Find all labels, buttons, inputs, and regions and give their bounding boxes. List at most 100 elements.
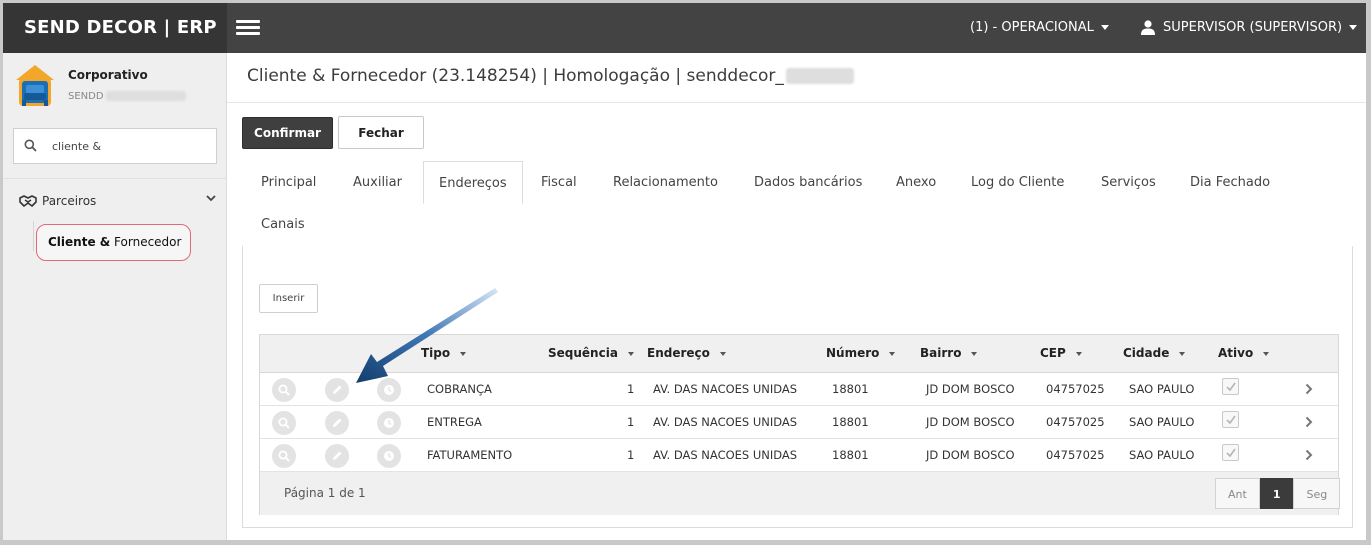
table-row[interactable]: ENTREGA 1 AV. DAS NACOES UNIDAS 18801 JD…: [260, 406, 1338, 439]
user-icon: [1141, 20, 1155, 35]
company-name: Corporativo: [68, 68, 148, 82]
column-header-numero[interactable]: Número: [826, 346, 896, 360]
history-clock-icon[interactable]: [377, 378, 401, 402]
column-header-label: Bairro: [920, 346, 962, 360]
tab-log-do-cliente[interactable]: Log do Cliente: [956, 161, 1079, 205]
redacted-text: [105, 91, 186, 101]
tab-canais[interactable]: Canais: [246, 203, 320, 247]
page-info: Página 1 de 1: [284, 486, 366, 500]
sort-caret-icon: [1075, 351, 1082, 356]
cell-sequencia: 1: [627, 382, 635, 396]
pagination-prev[interactable]: Ant: [1215, 478, 1260, 509]
tab-relacionamento[interactable]: Relacionamento: [598, 161, 733, 205]
cell-numero: 18801: [832, 415, 869, 429]
pagination-current[interactable]: 1: [1259, 478, 1294, 509]
sidebar-item-cliente-fornecedor[interactable]: Cliente & Fornecedor: [36, 224, 191, 261]
tab-dados-bancarios[interactable]: Dados bancários: [739, 161, 877, 205]
tab-auxiliar[interactable]: Auxiliar: [338, 161, 417, 205]
menu-search[interactable]: [13, 128, 217, 164]
history-clock-icon[interactable]: [377, 411, 401, 435]
search-input[interactable]: [52, 137, 202, 155]
chevron-right-icon[interactable]: [1305, 383, 1313, 395]
column-header-bairro[interactable]: Bairro: [920, 346, 978, 360]
search-icon: [24, 139, 37, 152]
sidebar-group-label: Parceiros: [42, 194, 97, 208]
column-header-sequencia[interactable]: Sequência: [548, 346, 634, 360]
cell-cep: 04757025: [1046, 382, 1105, 396]
table-row[interactable]: COBRANÇA 1 AV. DAS NACOES UNIDAS 18801 J…: [260, 373, 1338, 406]
user-menu-label: SUPERVISOR (SUPERVISOR): [1163, 20, 1343, 35]
column-header-tipo[interactable]: Tipo: [421, 346, 467, 360]
tab-fiscal[interactable]: Fiscal: [526, 161, 592, 205]
column-header-label: CEP: [1040, 346, 1066, 360]
history-clock-icon[interactable]: [377, 444, 401, 468]
table-row[interactable]: FATURAMENTO 1 AV. DAS NACOES UNIDAS 1880…: [260, 439, 1338, 472]
tab-anexo[interactable]: Anexo: [881, 161, 951, 205]
column-header-ativo[interactable]: Ativo: [1218, 346, 1270, 360]
grid-header: Tipo Sequência Endereço Número Bairro CE…: [260, 335, 1338, 373]
cell-sequencia: 1: [627, 448, 635, 462]
company-sub: SENDD: [68, 91, 186, 102]
company-selector-label: (1) - OPERACIONAL: [970, 20, 1094, 35]
sidebar-item-label-rest: Fornecedor: [110, 235, 182, 249]
insert-button[interactable]: Inserir: [259, 284, 318, 313]
edit-pencil-icon[interactable]: [325, 411, 349, 435]
chevron-down-icon: [206, 195, 216, 202]
tab-enderecos[interactable]: Endereços: [423, 161, 523, 204]
column-header-label: Número: [826, 346, 880, 360]
column-header-label: Sequência: [548, 346, 618, 360]
caret-down-icon: [1349, 25, 1358, 30]
sort-caret-icon: [889, 351, 896, 356]
sort-caret-icon: [971, 351, 978, 356]
cell-bairro: JD DOM BOSCO: [926, 382, 1015, 396]
tab-panel-enderecos: Inserir Tipo Sequência Endereço Número B…: [242, 246, 1353, 528]
cell-endereco: AV. DAS NACOES UNIDAS: [653, 382, 798, 396]
edit-pencil-icon[interactable]: [325, 444, 349, 468]
chevron-right-icon[interactable]: [1305, 449, 1313, 461]
tab-dia-fechado[interactable]: Dia Fechado: [1175, 161, 1285, 205]
page-title: Cliente & Fornecedor (23.148254) | Homol…: [247, 66, 854, 86]
close-button[interactable]: Fechar: [338, 116, 424, 149]
sort-caret-icon: [460, 351, 467, 356]
column-header-label: Ativo: [1218, 346, 1254, 360]
divider: [227, 102, 1366, 103]
column-header-endereco[interactable]: Endereço: [647, 346, 726, 360]
view-search-icon[interactable]: [272, 411, 296, 435]
caret-down-icon: [1100, 25, 1109, 30]
user-menu[interactable]: SUPERVISOR (SUPERVISOR): [1141, 3, 1358, 53]
cell-bairro: JD DOM BOSCO: [926, 415, 1015, 429]
view-search-icon[interactable]: [272, 378, 296, 402]
app-title: SEND DECOR | ERP: [3, 3, 227, 53]
sidebar-group-parceiros[interactable]: Parceiros: [3, 183, 227, 219]
column-header-label: Cidade: [1123, 346, 1170, 360]
company-selector[interactable]: (1) - OPERACIONAL: [970, 3, 1109, 53]
view-search-icon[interactable]: [272, 444, 296, 468]
edit-pencil-icon[interactable]: [325, 378, 349, 402]
pagination-next[interactable]: Seg: [1293, 478, 1341, 509]
top-bar: SEND DECOR | ERP (1) - OPERACIONAL SUPER…: [3, 3, 1366, 53]
confirm-button[interactable]: Confirmar: [242, 117, 333, 149]
grid-footer: Página 1 de 1 Ant 1 Seg: [260, 472, 1341, 515]
ativo-checkbox: [1222, 444, 1239, 461]
cell-cep: 04757025: [1046, 415, 1105, 429]
tab-servicos[interactable]: Serviços: [1086, 161, 1171, 205]
cell-numero: 18801: [832, 448, 869, 462]
ativo-checkbox: [1222, 378, 1239, 395]
page-title-text: Cliente & Fornecedor (23.148254) | Homol…: [247, 66, 784, 86]
sort-caret-icon: [1263, 351, 1270, 356]
redacted-text: [785, 68, 854, 84]
column-header-cidade[interactable]: Cidade: [1123, 346, 1186, 360]
sort-caret-icon: [1179, 351, 1186, 356]
tree-line: [33, 221, 34, 251]
column-header-cep[interactable]: CEP: [1040, 346, 1082, 360]
chevron-right-icon[interactable]: [1305, 416, 1313, 428]
company-logo-icon: [16, 65, 54, 106]
cell-cidade: SAO PAULO: [1129, 448, 1195, 462]
cell-bairro: JD DOM BOSCO: [926, 448, 1015, 462]
sidebar-item-label: Cliente & Fornecedor: [48, 235, 181, 249]
tab-principal[interactable]: Principal: [246, 161, 331, 205]
pagination: Ant 1 Seg: [1215, 478, 1341, 509]
company-sub-text: SENDD: [68, 91, 104, 102]
hamburger-icon[interactable]: [236, 20, 260, 38]
cell-cidade: SAO PAULO: [1129, 382, 1195, 396]
